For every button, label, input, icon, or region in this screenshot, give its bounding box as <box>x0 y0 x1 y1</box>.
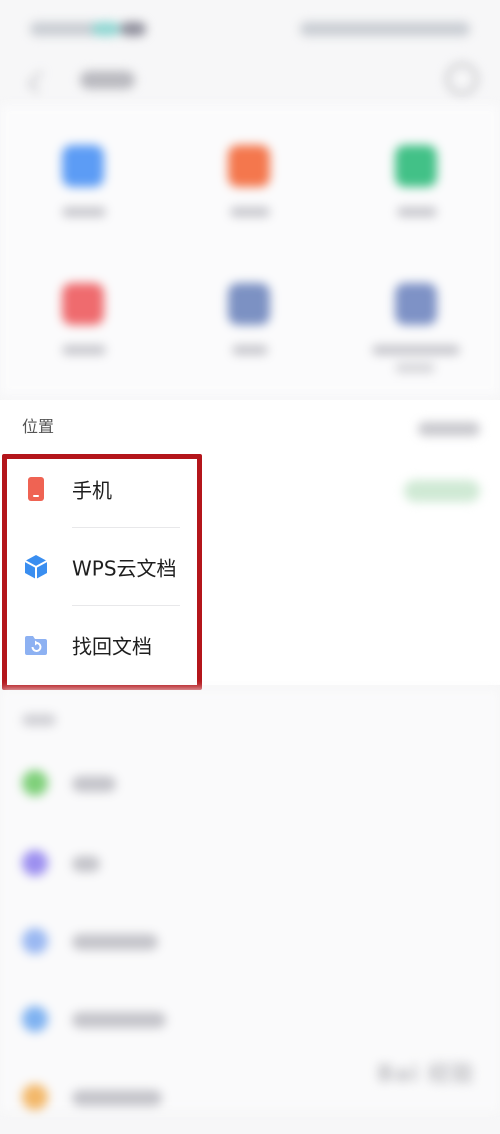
watermark-logo: Bai 经验 <box>377 1062 474 1087</box>
list-item[interactable] <box>0 830 500 900</box>
list-item[interactable] <box>0 750 500 820</box>
phone-icon <box>28 477 44 501</box>
location-item-wps-cloud[interactable]: WPS云文档 <box>0 528 200 606</box>
section-title: 位置 <box>22 417 55 436</box>
cloud-cube-icon <box>24 555 48 579</box>
section-action[interactable] <box>418 422 480 436</box>
location-item-label: WPS云文档 <box>72 556 177 581</box>
category-icon[interactable] <box>62 145 104 187</box>
category-icon[interactable] <box>228 145 270 187</box>
location-item-recover[interactable]: 找回文档 <box>0 606 200 684</box>
item-status <box>404 480 480 502</box>
category-icon[interactable] <box>62 283 104 325</box>
folder-restore-icon <box>25 636 47 655</box>
location-item-phone[interactable]: 手机 <box>0 450 200 528</box>
list-item[interactable] <box>0 908 500 978</box>
back-icon[interactable] <box>27 70 51 94</box>
location-item-label: 找回文档 <box>72 634 152 659</box>
recent-list <box>0 690 500 1111</box>
location-item-label: 手机 <box>72 478 112 503</box>
page-title <box>80 71 135 89</box>
list-header <box>22 714 56 726</box>
category-grid <box>0 105 500 395</box>
list-item[interactable] <box>0 986 500 1056</box>
search-icon[interactable] <box>446 63 478 95</box>
category-icon[interactable] <box>228 283 270 325</box>
category-icon[interactable] <box>395 145 437 187</box>
nav-bar <box>0 55 500 105</box>
status-bar <box>0 0 500 60</box>
category-icon[interactable] <box>395 283 437 325</box>
